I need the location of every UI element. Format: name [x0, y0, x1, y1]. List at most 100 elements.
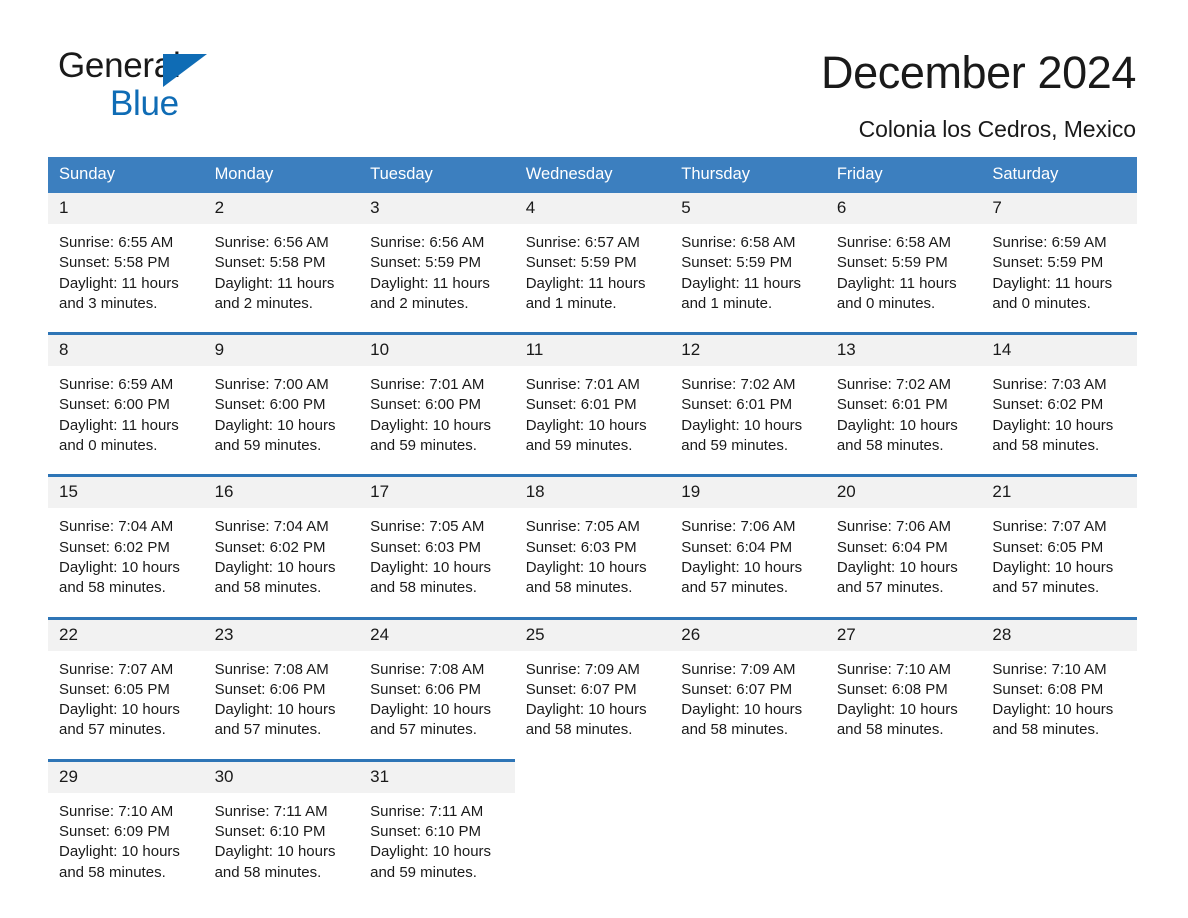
day-sunrise-text: Sunrise: 6:56 AM	[370, 234, 485, 251]
day-number[interactable]: 14	[981, 332, 1137, 367]
day-daylight-text: and 57 minutes.	[59, 721, 166, 739]
week-daynumber-row: 8 9 10 11 12 13 14	[48, 332, 1137, 367]
day-number[interactable]: 6	[825, 193, 982, 224]
day-daylight-text: and 58 minutes.	[214, 579, 322, 597]
day-daylight-text: and 1 minute.	[525, 294, 617, 312]
day-number[interactable]: 8	[48, 332, 204, 367]
day-info: Sunrise: 7:04 AM Sunset: 6:02 PM Daylight:…	[203, 508, 360, 619]
page-title: December 2024	[821, 47, 1136, 98]
day-number[interactable]: 29	[48, 758, 204, 793]
day-info: Sunrise: 6:58 AM Sunset: 5:59 PM Daylight:…	[670, 224, 826, 334]
day-daylight-text: and 58 minutes.	[214, 863, 322, 881]
day-sunrise-text: Sunrise: 7:09 AM	[681, 660, 796, 678]
day-number[interactable]: 12	[670, 332, 826, 367]
day-daylight-text: Daylight: 10 hours	[214, 558, 336, 576]
week-daynumber-row: 29 30 31	[48, 758, 1137, 793]
day-daylight-text: Daylight: 11 hours	[836, 274, 957, 292]
week-info-row: Sunrise: 7:07 AM Sunset: 6:05 PM Daylight:…	[48, 650, 1137, 761]
day-number[interactable]: 4	[514, 193, 671, 224]
day-daylight-text: and 0 minutes.	[59, 437, 158, 455]
logo-triangle-icon	[163, 54, 207, 87]
day-info: Sunrise: 7:11 AM Sunset: 6:10 PM Daylight:…	[359, 792, 515, 901]
day-number[interactable]: 5	[670, 193, 826, 224]
day-number[interactable]: 22	[48, 616, 204, 651]
day-daylight-text: Daylight: 10 hours	[992, 416, 1114, 434]
day-daylight-text: Daylight: 10 hours	[992, 558, 1114, 576]
week-info-row: Sunrise: 7:04 AM Sunset: 6:02 PM Daylight:…	[48, 508, 1137, 619]
day-sunrise-text: Sunrise: 6:59 AM	[59, 376, 174, 394]
day-sunset-text: Sunset: 6:10 PM	[370, 823, 482, 841]
week-info-row: Sunrise: 6:59 AM Sunset: 6:00 PM Daylight:…	[48, 366, 1137, 476]
day-sunset-text: Sunset: 6:04 PM	[681, 538, 793, 556]
calendar-body: 1 2 3 4 5 6 7 Sunrise: 6:55 AM Sunset: 5:58 PM Da…	[48, 193, 1137, 901]
day-number[interactable]: 13	[825, 332, 982, 367]
day-daylight-text: and 1 minute.	[681, 294, 773, 312]
day-number[interactable]: 11	[514, 332, 671, 367]
weekday-header-saturday: Saturday	[981, 157, 1137, 193]
day-number[interactable]: 17	[359, 474, 515, 509]
day-daylight-text: Daylight: 10 hours	[214, 701, 336, 719]
week-info-row: Sunrise: 7:10 AM Sunset: 6:09 PM Daylight:…	[48, 792, 1137, 901]
day-number[interactable]: 16	[203, 474, 360, 509]
day-daylight-text: Daylight: 10 hours	[59, 701, 180, 719]
day-daylight-text: Daylight: 10 hours	[370, 416, 492, 434]
day-info: Sunrise: 7:09 AM Sunset: 6:07 PM Daylight:…	[514, 650, 671, 761]
day-daylight-text: and 59 minutes.	[681, 437, 788, 455]
day-number[interactable]: 24	[359, 616, 515, 651]
day-info: Sunrise: 7:11 AM Sunset: 6:10 PM Daylight:…	[203, 792, 360, 901]
day-number[interactable]: 20	[825, 474, 982, 509]
calendar-grid: Sunday Monday Tuesday Wednesday Thursday Frid…	[48, 157, 1137, 901]
day-info: Sunrise: 7:02 AM Sunset: 6:01 PM Daylight:…	[825, 366, 982, 476]
day-sunrise-text: Sunrise: 7:09 AM	[525, 660, 640, 678]
day-info-empty	[981, 792, 1137, 901]
day-daylight-text: and 0 minutes.	[836, 294, 936, 312]
weekday-header-wednesday: Wednesday	[514, 157, 671, 193]
day-sunset-text: Sunset: 6:00 PM	[59, 396, 170, 414]
day-info: Sunrise: 6:56 AM Sunset: 5:59 PM Daylight:…	[359, 224, 515, 334]
day-number[interactable]: 31	[359, 758, 515, 793]
day-info: Sunrise: 7:02 AM Sunset: 6:01 PM Daylight:…	[670, 366, 826, 476]
day-sunrise-text: Sunrise: 6:57 AM	[525, 234, 640, 251]
day-number[interactable]: 19	[670, 474, 826, 509]
day-sunset-text: Sunset: 5:58 PM	[214, 254, 326, 272]
day-daylight-text: and 57 minutes.	[370, 721, 477, 739]
day-number[interactable]: 27	[825, 616, 982, 651]
calendar-header-row: Sunday Monday Tuesday Wednesday Thursday Frid…	[48, 157, 1137, 193]
day-daylight-text: Daylight: 10 hours	[370, 701, 492, 719]
day-number[interactable]: 28	[981, 616, 1137, 651]
day-sunrise-text: Sunrise: 6:58 AM	[681, 234, 796, 251]
day-daylight-text: Daylight: 10 hours	[992, 701, 1114, 719]
day-number[interactable]: 2	[203, 193, 360, 224]
day-sunrise-text: Sunrise: 7:05 AM	[525, 518, 640, 536]
day-number[interactable]: 25	[514, 616, 671, 651]
day-number[interactable]: 10	[359, 332, 515, 367]
day-daylight-text: and 59 minutes.	[370, 437, 477, 455]
day-daylight-text: Daylight: 10 hours	[59, 843, 180, 861]
day-number[interactable]: 30	[203, 758, 360, 793]
day-number[interactable]: 23	[203, 616, 360, 651]
day-number[interactable]: 21	[981, 474, 1137, 509]
day-number[interactable]: 9	[203, 332, 360, 367]
week-daynumber-row: 1234567	[48, 193, 1137, 224]
day-info-empty	[825, 792, 982, 901]
weekday-header-friday: Friday	[825, 157, 982, 193]
day-info: Sunrise: 7:05 AM Sunset: 6:03 PM Daylight:…	[514, 508, 671, 619]
day-number[interactable]: 3	[359, 193, 515, 224]
day-sunset-text: Sunset: 6:02 PM	[214, 538, 326, 556]
day-sunset-text: Sunset: 5:58 PM	[59, 254, 170, 272]
day-number[interactable]: 7	[981, 193, 1137, 224]
day-number[interactable]: 18	[514, 474, 671, 509]
day-daylight-text: Daylight: 11 hours	[214, 274, 335, 292]
day-info: Sunrise: 6:57 AM Sunset: 5:59 PM Daylight:…	[514, 224, 671, 334]
day-number[interactable]: 1	[48, 193, 204, 224]
day-info: Sunrise: 7:05 AM Sunset: 6:03 PM Daylight:…	[359, 508, 515, 619]
day-sunset-text: Sunset: 6:04 PM	[836, 538, 948, 556]
day-daylight-text: Daylight: 10 hours	[681, 416, 803, 434]
day-sunset-text: Sunset: 6:02 PM	[59, 538, 170, 556]
day-daylight-text: Daylight: 10 hours	[836, 558, 958, 576]
day-number[interactable]: 26	[670, 616, 826, 651]
day-daylight-text: Daylight: 10 hours	[836, 416, 958, 434]
day-number[interactable]: 15	[48, 474, 204, 509]
day-daylight-text: Daylight: 10 hours	[525, 701, 647, 719]
day-sunset-text: Sunset: 5:59 PM	[525, 254, 637, 272]
